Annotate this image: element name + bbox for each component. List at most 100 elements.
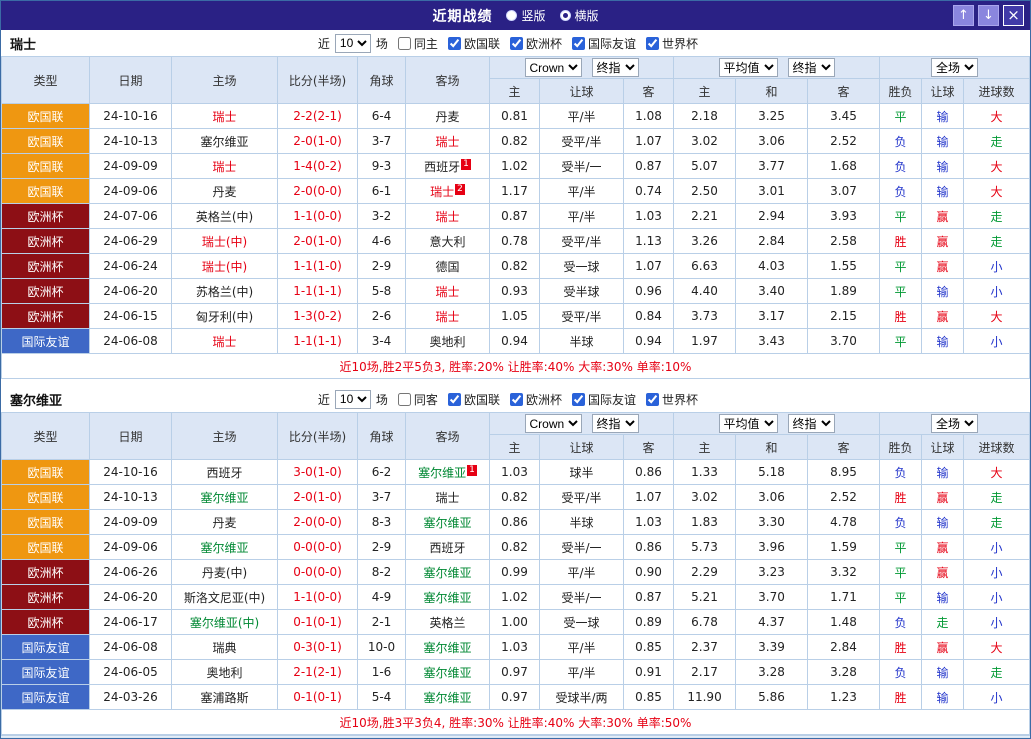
team-link[interactable]: 瑞士 <box>435 285 459 299</box>
team-link[interactable]: 瑞士 <box>430 185 454 199</box>
team-link[interactable]: 意大利 <box>429 235 465 249</box>
team-link[interactable]: 丹麦(中) <box>202 566 247 580</box>
team-link[interactable]: 瑞士 <box>435 491 459 505</box>
summary-row: 近10场,胜3平3负4, 胜率:30% 让胜率:40% 大率:30% 单率:50… <box>1 709 1030 735</box>
handicap-cell: 平/半 <box>539 178 624 204</box>
team-link[interactable]: 塞尔维亚(中) <box>190 616 259 630</box>
team-link[interactable]: 西班牙 <box>424 160 460 174</box>
winlose-result-cell: 负 <box>879 153 923 179</box>
scroll-up-button[interactable]: ↑ <box>953 5 974 26</box>
close-button[interactable]: × <box>1003 5 1024 26</box>
team-link[interactable]: 德国 <box>435 260 459 274</box>
team-link[interactable]: 塞尔维亚 <box>423 641 471 655</box>
team-link[interactable]: 西班牙 <box>206 466 242 480</box>
league-checkbox[interactable] <box>509 36 523 50</box>
odds-home-cell: 0.86 <box>489 509 540 535</box>
same-side-checkbox[interactable] <box>397 392 411 406</box>
team-link[interactable]: 苏格兰(中) <box>196 285 253 299</box>
avg-away-cell: 3.07 <box>807 178 881 204</box>
league-label: 世界杯 <box>661 36 698 51</box>
odds-home-cell: 1.17 <box>489 178 540 204</box>
corner-cell: 3-7 <box>357 128 406 154</box>
team-link[interactable]: 塞尔维亚 <box>423 691 471 705</box>
team-link[interactable]: 瑞士 <box>212 160 236 174</box>
team-link[interactable]: 匈牙利(中) <box>196 310 253 324</box>
avg-home-cell: 2.29 <box>673 559 737 585</box>
odds-home-cell: 0.81 <box>489 103 540 129</box>
team-link[interactable]: 丹麦 <box>212 185 236 199</box>
team-link[interactable]: 塞尔维亚 <box>200 541 248 555</box>
league-checkbox[interactable] <box>571 392 585 406</box>
same-side-checkbox[interactable] <box>397 36 411 50</box>
team-link[interactable]: 瑞士 <box>212 110 236 124</box>
scope-select[interactable]: 全场 <box>931 58 979 77</box>
league-checkbox[interactable] <box>447 36 461 50</box>
odds-stage-select[interactable]: 终指 <box>591 58 639 77</box>
match-row: 欧国联 24-10-13 塞尔维亚 2-0(1-0) 3-7 瑞士 0.82 受平/半 1.07… <box>1 484 1030 510</box>
titlebar: 近期战绩 竖版 横版 ↑ ↓ × <box>1 1 1030 30</box>
winlose-result-cell: 负 <box>879 659 923 685</box>
odds-source-select[interactable]: Crown <box>524 414 582 433</box>
layout-radio-vertical[interactable]: 竖版 <box>506 7 546 24</box>
handicap-result-cell: 输 <box>921 178 965 204</box>
team-link[interactable]: 瑞典 <box>212 641 236 655</box>
odds-source-select[interactable]: Crown <box>524 58 582 77</box>
team-link[interactable]: 瑞士(中) <box>202 260 247 274</box>
team-link[interactable]: 塞尔维亚 <box>418 466 466 480</box>
winlose-result-cell: 胜 <box>879 228 923 254</box>
team-link[interactable]: 塞尔维亚 <box>423 591 471 605</box>
column-header: 客场 <box>405 412 490 460</box>
recent-label: 近 <box>317 36 330 51</box>
team-link[interactable]: 塞尔维亚 <box>423 516 471 530</box>
league-checkbox[interactable] <box>509 392 523 406</box>
avg-stage-select[interactable]: 终指 <box>787 58 835 77</box>
team-link[interactable]: 塞尔维亚 <box>423 666 471 680</box>
odds-home-cell: 0.97 <box>489 659 540 685</box>
team-link[interactable]: 英格兰 <box>429 616 465 630</box>
home-team-cell: 瑞士(中) <box>171 228 278 254</box>
team-link[interactable]: 塞尔维亚 <box>200 491 248 505</box>
team-link[interactable]: 瑞士(中) <box>202 235 247 249</box>
date-cell: 24-06-29 <box>89 228 172 254</box>
team-link[interactable]: 英格兰(中) <box>196 210 253 224</box>
team-link[interactable]: 丹麦 <box>435 110 459 124</box>
odds-away-cell: 0.91 <box>622 659 675 685</box>
goals-result-cell: 大 <box>963 178 1030 204</box>
team-link[interactable]: 塞浦路斯 <box>200 691 248 705</box>
bottom-strip <box>1 735 1030 738</box>
recent-count-select[interactable]: 10 <box>334 33 371 53</box>
team-link[interactable]: 西班牙 <box>429 541 465 555</box>
scroll-down-button[interactable]: ↓ <box>978 5 999 26</box>
team-link[interactable]: 瑞士 <box>212 335 236 349</box>
team-link[interactable]: 瑞士 <box>435 310 459 324</box>
team-link[interactable]: 塞尔维亚 <box>200 135 248 149</box>
match-row: 欧洲杯 24-06-15 匈牙利(中) 1-3(0-2) 2-6 瑞士 1.05 受平/半 0.… <box>1 303 1030 329</box>
team-link[interactable]: 瑞士 <box>435 210 459 224</box>
avg-source-select[interactable]: 平均值 <box>718 414 778 433</box>
team-link[interactable]: 奥地利 <box>429 335 465 349</box>
goals-result-cell: 走 <box>963 509 1030 535</box>
winlose-result-cell: 负 <box>879 509 923 535</box>
team-link[interactable]: 瑞士 <box>435 135 459 149</box>
league-type-cell: 欧国联 <box>1 153 90 179</box>
team-link[interactable]: 丹麦 <box>212 516 236 530</box>
handicap-result-cell: 赢 <box>921 559 965 585</box>
avg-stage-select[interactable]: 终指 <box>787 414 835 433</box>
league-checkbox[interactable] <box>645 392 659 406</box>
layout-radio-horizontal[interactable]: 横版 <box>559 7 599 24</box>
avg-source-select[interactable]: 平均值 <box>718 58 778 77</box>
radio-icon <box>559 10 571 21</box>
league-checkbox[interactable] <box>447 392 461 406</box>
league-checkbox[interactable] <box>645 36 659 50</box>
scope-select[interactable]: 全场 <box>931 414 979 433</box>
avg-home-cell: 4.40 <box>673 278 737 304</box>
recent-count-select[interactable]: 10 <box>334 389 371 409</box>
league-checkbox[interactable] <box>571 36 585 50</box>
team-link[interactable]: 斯洛文尼亚(中) <box>184 591 265 605</box>
team-link[interactable]: 塞尔维亚 <box>423 566 471 580</box>
recent-label: 近 <box>317 392 330 407</box>
home-team-cell: 塞浦路斯 <box>171 684 278 710</box>
odds-stage-select[interactable]: 终指 <box>591 414 639 433</box>
avg-home-cell: 3.02 <box>673 128 737 154</box>
team-link[interactable]: 奥地利 <box>206 666 242 680</box>
